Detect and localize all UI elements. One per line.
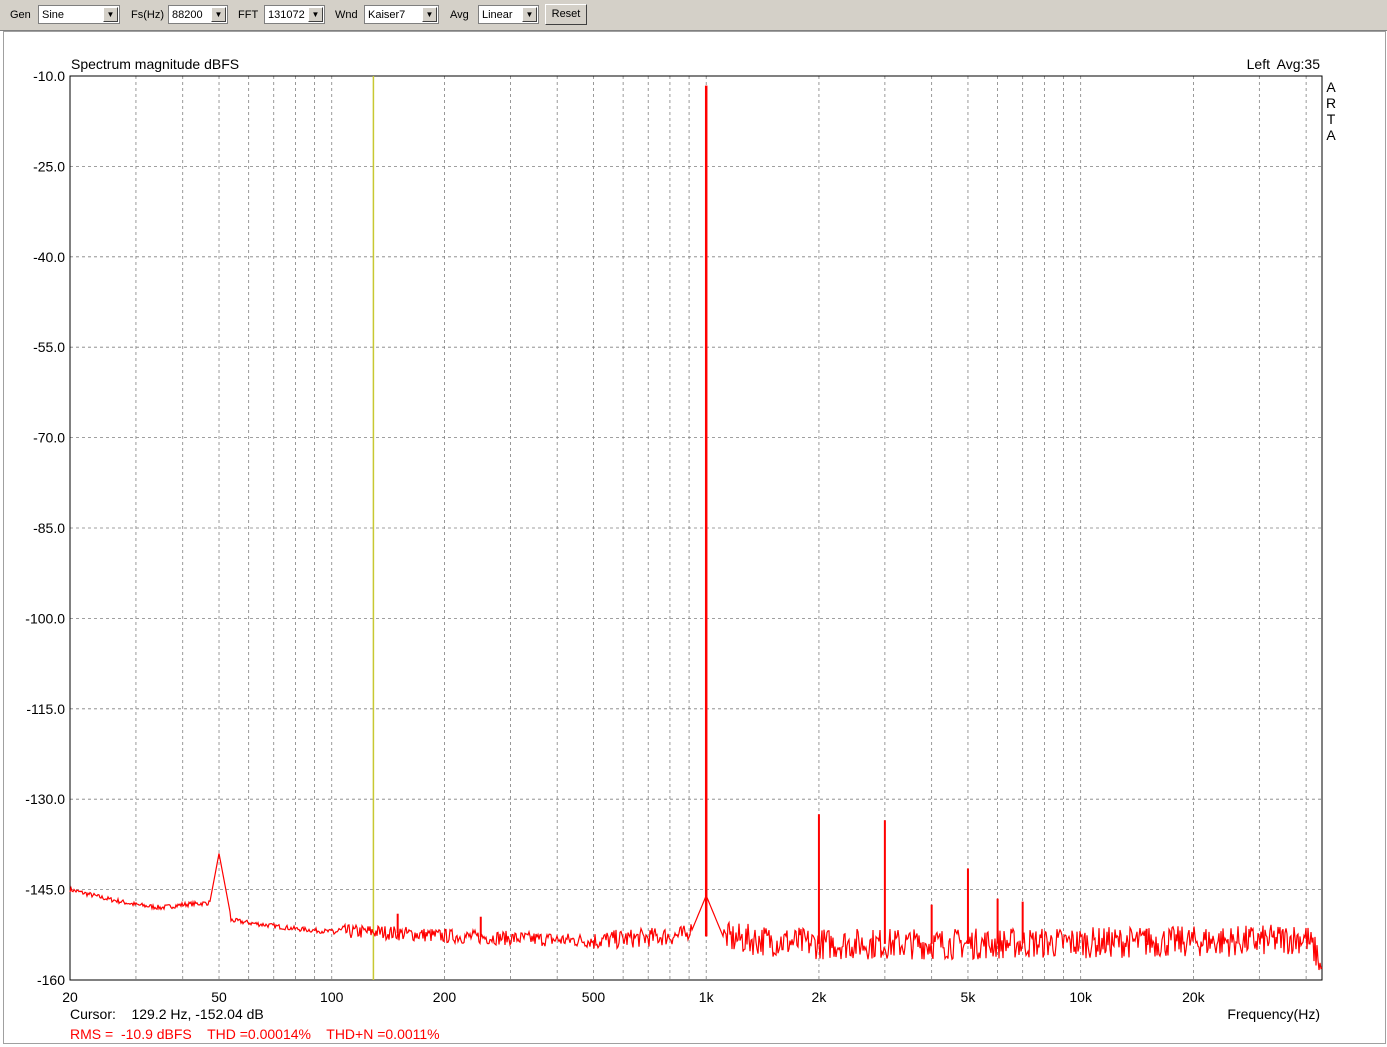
- x-tick-label: 1k: [699, 989, 715, 1005]
- x-tick-label: 200: [433, 989, 457, 1005]
- grid: [70, 76, 1322, 980]
- spectrum-chart[interactable]: -10.0 -25.0 -40.0 -55.0 -70.0 -85.0 -100.0 -115…: [0, 0, 1387, 1047]
- y-tick-label: -115.0: [26, 701, 65, 717]
- cursor-readout: Cursor: 129.2 Hz, -152.04 dB: [70, 1006, 264, 1022]
- watermark-letter: A: [1326, 79, 1336, 95]
- watermark-letter: R: [1326, 95, 1336, 111]
- x-tick-label: 2k: [812, 989, 828, 1005]
- y-tick-label: -25.0: [33, 158, 65, 174]
- x-axis-label: Frequency(Hz): [1227, 1006, 1320, 1022]
- y-tick-label: -55.0: [33, 339, 65, 355]
- y-tick-label: -10.0: [33, 68, 65, 84]
- x-tick-label: 5k: [961, 989, 977, 1005]
- chart-title: Spectrum magnitude dBFS: [71, 56, 239, 72]
- x-tick-labels: 20 50 100 200 500 1k 2k 5k 10k 20k: [62, 989, 1205, 1005]
- y-tick-label: -160: [37, 972, 65, 988]
- x-tick-label: 50: [211, 989, 227, 1005]
- watermark-letter: A: [1326, 127, 1336, 143]
- y-tick-label: -85.0: [33, 520, 65, 536]
- stats-readout: RMS = -10.9 dBFS THD =0.00014% THD+N =0.…: [70, 1026, 440, 1042]
- y-tick-label: -100.0: [25, 610, 65, 626]
- spectrum-trace: [69, 853, 1323, 971]
- y-tick-label: -130.0: [25, 791, 65, 807]
- y-tick-labels: -10.0 -25.0 -40.0 -55.0 -70.0 -85.0 -100.0 -115…: [25, 68, 65, 988]
- y-tick-label: -145.0: [25, 882, 65, 898]
- watermark-letter: T: [1327, 111, 1336, 127]
- x-tick-label: 20: [62, 989, 78, 1005]
- x-tick-label: 100: [320, 989, 344, 1005]
- x-tick-label: 500: [582, 989, 606, 1005]
- channel-label: Left: [1247, 56, 1270, 72]
- arta-watermark: ARTA: [1326, 79, 1336, 143]
- x-tick-label: 10k: [1069, 989, 1093, 1005]
- avg-count: Avg:35: [1277, 56, 1321, 72]
- y-tick-label: -70.0: [33, 430, 65, 446]
- x-tick-label: 20k: [1182, 989, 1206, 1005]
- y-tick-label: -40.0: [33, 249, 65, 265]
